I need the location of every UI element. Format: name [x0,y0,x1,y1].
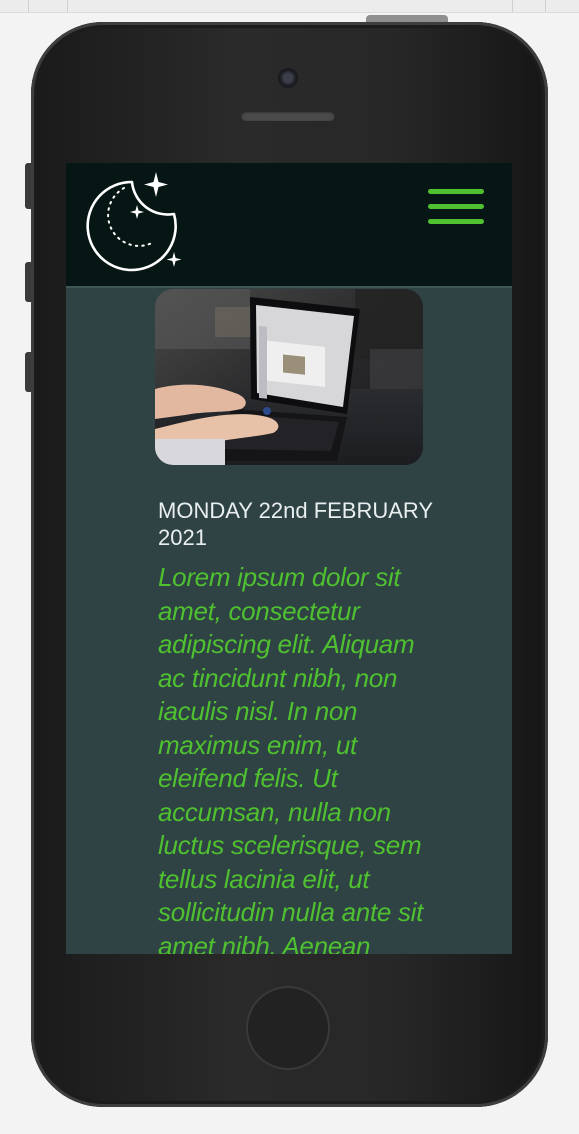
home-button[interactable] [246,986,330,1070]
top-strip [0,0,579,13]
menu-button[interactable] [427,187,485,227]
strip-divider [67,0,68,12]
menu-bar [428,219,484,224]
phone-screen: MONDAY 22nd FEBRUARY 2021 Lorem ipsum do… [66,163,512,954]
navbar [66,163,512,288]
earpiece-speaker [241,111,335,121]
post-hero-image [155,289,423,465]
moon-stars-icon [86,172,182,272]
menu-bar [428,189,484,194]
strip-divider [28,0,29,12]
menu-bar [428,204,484,209]
front-camera [278,68,298,88]
strip-divider [512,0,513,12]
strip-divider [545,0,546,12]
logo-link[interactable] [86,168,186,273]
laptop-typing-photo [155,289,423,465]
post-body-text: Lorem ipsum dolor sit amet, consectetur … [158,562,424,954]
post-date: MONDAY 22nd FEBRUARY 2021 [158,498,433,550]
